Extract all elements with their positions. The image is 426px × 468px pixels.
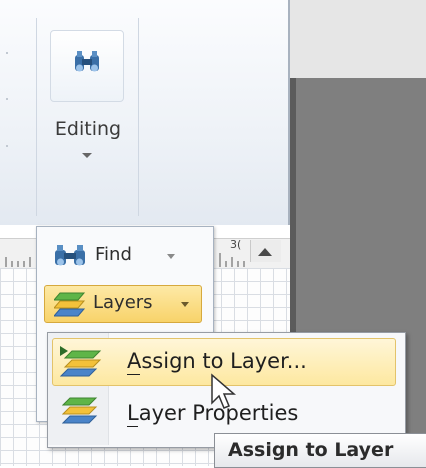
ribbon-separator — [138, 18, 139, 216]
chevron-down-icon — [167, 254, 175, 259]
title-area — [290, 0, 426, 78]
tooltip-title: Assign to Layer — [228, 439, 394, 461]
mouse-pointer-icon — [211, 373, 237, 409]
layers-icon — [54, 292, 86, 317]
arrow-up-icon — [258, 248, 272, 256]
accelerator-underline — [127, 374, 140, 375]
chevron-down-icon — [181, 302, 189, 307]
ribbon-group-separator-dots — [0, 0, 36, 200]
find-label: Find — [95, 244, 132, 265]
layers-label: Layers — [93, 292, 153, 313]
assign-to-layer-label: Assign to Layer... — [127, 349, 307, 373]
binoculars-icon — [75, 51, 99, 72]
layer-properties-icon — [62, 397, 98, 424]
ruler-number: 3( — [230, 238, 242, 251]
editing-group-label: Editing — [54, 118, 122, 140]
chevron-down-icon — [82, 153, 92, 158]
ribbon-separator — [36, 18, 37, 216]
editing-icon-frame — [50, 30, 124, 102]
assign-layer-icon — [60, 346, 102, 377]
binoculars-icon — [55, 245, 85, 266]
accelerator-underline — [127, 426, 138, 427]
